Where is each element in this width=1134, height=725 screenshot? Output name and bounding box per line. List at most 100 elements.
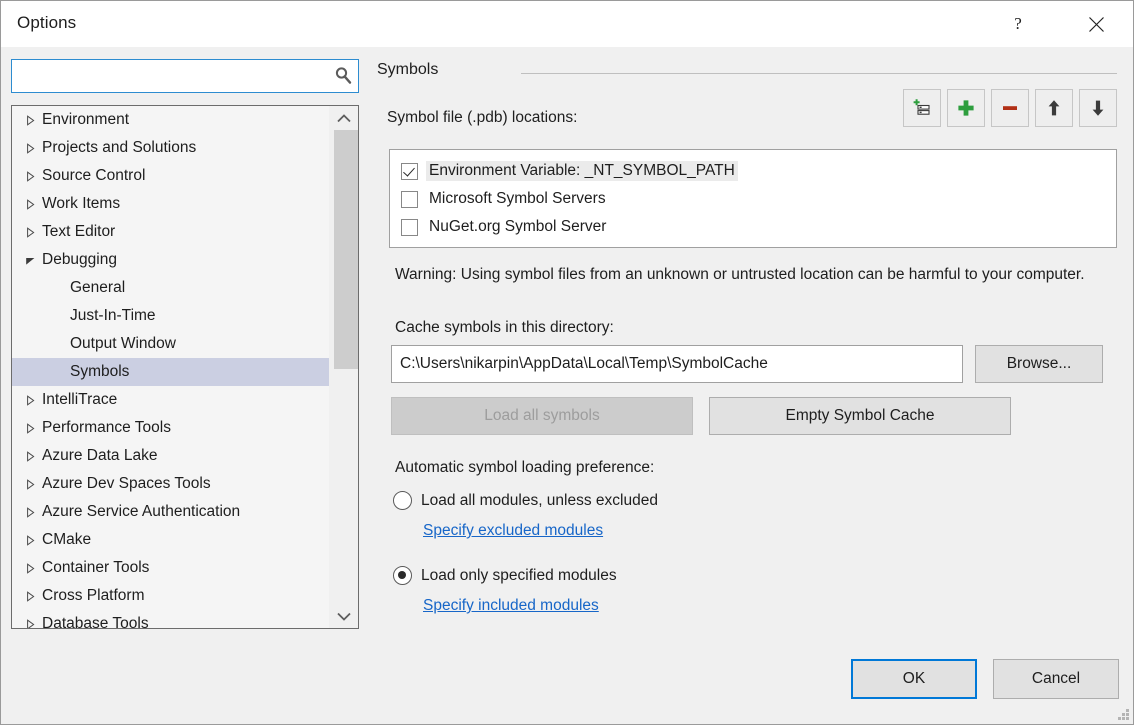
triangle-right-icon (22, 423, 38, 434)
tree-item-azure-dev-spaces-tools[interactable]: Azure Dev Spaces Tools (12, 470, 330, 498)
scroll-up-icon[interactable] (330, 106, 358, 130)
tree-item-label: Azure Data Lake (42, 442, 157, 470)
tree-item-label: Source Control (42, 162, 145, 190)
tree-item-label: Just-In-Time (42, 302, 156, 330)
empty-symbol-cache-button[interactable]: Empty Symbol Cache (709, 397, 1011, 435)
specify-excluded-modules-link[interactable]: Specify excluded modules (423, 522, 603, 540)
triangle-right-icon (22, 451, 38, 462)
symbol-locations-label: Symbol file (.pdb) locations: (387, 109, 577, 127)
move-down-button[interactable] (1079, 89, 1117, 127)
tree-item-container-tools[interactable]: Container Tools (12, 554, 330, 582)
radio-load-all-modules-label: Load all modules, unless excluded (421, 492, 658, 510)
tree-item-symbols[interactable]: Symbols (12, 358, 330, 386)
symbol-locations-list[interactable]: Environment Variable: _NT_SYMBOL_PATH Mic… (389, 149, 1117, 248)
tree-item-performance-tools[interactable]: Performance Tools (12, 414, 330, 442)
tree-item-cross-platform[interactable]: Cross Platform (12, 582, 330, 610)
cache-directory-input[interactable] (391, 345, 963, 383)
tree-item-label: Performance Tools (42, 414, 171, 442)
browse-button[interactable]: Browse... (975, 345, 1103, 383)
checkbox-checked-icon[interactable] (401, 163, 418, 180)
symbol-locations-toolbar (903, 89, 1117, 127)
close-icon[interactable] (1073, 1, 1119, 47)
symbol-location-row[interactable]: Microsoft Symbol Servers (390, 185, 1116, 213)
tree-item-output-window[interactable]: Output Window (12, 330, 330, 358)
symbol-warning-text: Warning: Using symbol files from an unkn… (395, 263, 1095, 286)
radio-icon-selected (393, 566, 412, 585)
tree-item-label: General (42, 274, 125, 302)
triangle-right-icon (22, 479, 38, 490)
symbols-page: Symbols Symbol file (.pdb) locations: (377, 57, 1119, 634)
cancel-button[interactable]: Cancel (993, 659, 1119, 699)
tree-item-label: Database Tools (42, 610, 149, 628)
triangle-down-icon (22, 255, 38, 266)
scrollbar-thumb[interactable] (334, 130, 358, 369)
checkbox-unchecked-icon[interactable] (401, 191, 418, 208)
header-divider (521, 73, 1117, 74)
tree-item-label: Symbols (42, 358, 129, 386)
triangle-right-icon (22, 619, 38, 629)
remove-location-button[interactable] (991, 89, 1029, 127)
tree-item-general[interactable]: General (12, 274, 330, 302)
tree-scrollbar[interactable] (329, 106, 358, 628)
tree-item-label: CMake (42, 526, 91, 554)
triangle-right-icon (22, 199, 38, 210)
symbol-location-label: Microsoft Symbol Servers (426, 189, 609, 209)
load-all-symbols-button[interactable]: Load all symbols (391, 397, 693, 435)
tree-item-label: Azure Service Authentication (42, 498, 240, 526)
radio-load-only-specified-modules-label: Load only specified modules (421, 567, 617, 585)
triangle-right-icon (22, 143, 38, 154)
symbol-location-row[interactable]: Environment Variable: _NT_SYMBOL_PATH (390, 157, 1116, 185)
symbol-location-row[interactable]: NuGet.org Symbol Server (390, 213, 1116, 241)
page-header: Symbols (377, 61, 1119, 83)
tree-item-label: Container Tools (42, 554, 149, 582)
triangle-right-icon (22, 171, 38, 182)
cache-directory-label: Cache symbols in this directory: (395, 319, 614, 337)
tree-item-azure-service-authentication[interactable]: Azure Service Authentication (12, 498, 330, 526)
tree-item-debugging[interactable]: Debugging (12, 246, 330, 274)
tree-item-projects-and-solutions[interactable]: Projects and Solutions (12, 134, 330, 162)
symbol-location-label: Environment Variable: _NT_SYMBOL_PATH (426, 161, 738, 181)
window-title: Options (17, 13, 76, 33)
tree-item-intellitrace[interactable]: IntelliTrace (12, 386, 330, 414)
page-title: Symbols (377, 61, 438, 79)
tree-item-azure-data-lake[interactable]: Azure Data Lake (12, 442, 330, 470)
tree-item-database-tools[interactable]: Database Tools (12, 610, 330, 628)
triangle-right-icon (22, 507, 38, 518)
tree-item-cmake[interactable]: CMake (12, 526, 330, 554)
scroll-down-icon[interactable] (330, 604, 358, 628)
radio-load-all-modules[interactable]: Load all modules, unless excluded (393, 491, 658, 510)
tree-item-source-control[interactable]: Source Control (12, 162, 330, 190)
checkbox-unchecked-icon[interactable] (401, 219, 418, 236)
search-input[interactable] (12, 60, 328, 92)
tree-item-label: Output Window (42, 330, 176, 358)
new-symbol-server-location-button[interactable] (903, 89, 941, 127)
automatic-symbol-loading-label: Automatic symbol loading preference: (395, 459, 654, 477)
tree-item-label: Text Editor (42, 218, 115, 246)
options-tree-list: EnvironmentProjects and SolutionsSource … (12, 106, 330, 628)
tree-item-just-in-time[interactable]: Just-In-Time (12, 302, 330, 330)
help-icon[interactable]: ? (995, 1, 1041, 47)
ok-button[interactable]: OK (851, 659, 977, 699)
move-up-button[interactable] (1035, 89, 1073, 127)
tree-item-label: Azure Dev Spaces Tools (42, 470, 211, 498)
tree-item-label: Projects and Solutions (42, 134, 196, 162)
radio-icon-unselected (393, 491, 412, 510)
new-location-button[interactable] (947, 89, 985, 127)
tree-item-label: IntelliTrace (42, 386, 117, 414)
tree-item-text-editor[interactable]: Text Editor (12, 218, 330, 246)
tree-item-label: Debugging (42, 246, 117, 274)
radio-load-only-specified-modules[interactable]: Load only specified modules (393, 566, 617, 585)
triangle-right-icon (22, 591, 38, 602)
specify-included-modules-link[interactable]: Specify included modules (423, 597, 599, 615)
search-icon (328, 60, 358, 92)
options-tree[interactable]: EnvironmentProjects and SolutionsSource … (11, 105, 359, 629)
options-dialog: Options ? EnvironmentProjects and Soluti… (0, 0, 1134, 725)
resize-grip[interactable] (1116, 707, 1130, 721)
tree-item-label: Environment (42, 106, 129, 134)
search-box[interactable] (11, 59, 359, 93)
tree-item-environment[interactable]: Environment (12, 106, 330, 134)
triangle-right-icon (22, 563, 38, 574)
tree-item-label: Work Items (42, 190, 120, 218)
tree-item-work-items[interactable]: Work Items (12, 190, 330, 218)
symbol-location-label: NuGet.org Symbol Server (426, 217, 609, 237)
